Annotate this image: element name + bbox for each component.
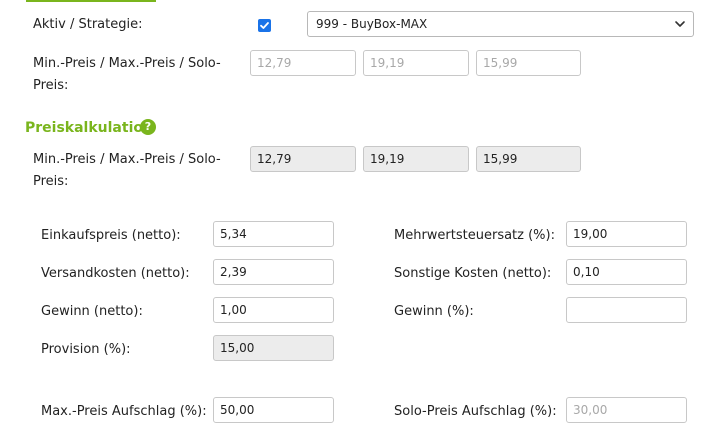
calc-min-price-field: 12,79 [250,146,356,172]
max-aufschlag-input[interactable]: 50,00 [213,397,334,423]
sonstige-kosten-label: Sonstige Kosten (netto): [394,266,552,281]
checkmark-icon [260,22,269,29]
solo-aufschlag-label: Solo-Preis Aufschlag (%): [394,404,557,419]
calc-price-label-line1: Min.-Preis / Max.-Preis / Solo- [33,152,221,167]
einkaufspreis-label: Einkaufspreis (netto): [41,228,181,243]
mwst-input[interactable]: 19,00 [566,221,687,247]
provision-label: Provision (%): [41,342,131,357]
solo-aufschlag-input[interactable]: 30,00 [566,397,687,423]
top-solo-price-input[interactable]: 15,99 [476,50,581,76]
chevron-down-icon [675,21,685,27]
versandkosten-label: Versandkosten (netto): [41,266,190,281]
top-min-price-input[interactable]: 12,79 [250,50,356,76]
top-price-label-line2: Preis: [33,78,69,93]
gewinn-netto-input[interactable]: 1,00 [213,297,334,323]
gewinn-pct-input[interactable] [566,297,687,323]
strategy-select-value: 999 - BuyBox-MAX [316,17,428,31]
top-edge-divider [26,0,156,2]
calc-max-price-field: 19,19 [363,146,469,172]
sonstige-kosten-input[interactable]: 0,10 [566,259,687,285]
section-title-preiskalkulation: Preiskalkulation [25,120,153,136]
strategy-active-checkbox[interactable] [258,19,271,32]
gewinn-netto-label: Gewinn (netto): [41,304,143,319]
calc-solo-price-field: 15,99 [476,146,581,172]
top-max-price-input[interactable]: 19,19 [363,50,469,76]
top-price-label: Min.-Preis / Max.-Preis / Solo- Preis: [33,53,221,97]
strategy-select[interactable]: 999 - BuyBox-MAX [307,11,694,37]
versandkosten-input[interactable]: 2,39 [213,259,334,285]
calc-price-label: Min.-Preis / Max.-Preis / Solo- Preis: [33,149,221,193]
strategy-label: Aktiv / Strategie: [33,17,143,32]
provision-field: 15,00 [213,335,334,361]
calc-price-label-line2: Preis: [33,174,69,189]
question-circle-icon[interactable]: ? [140,119,156,135]
top-price-label-line1: Min.-Preis / Max.-Preis / Solo- [33,56,221,71]
max-aufschlag-label: Max.-Preis Aufschlag (%): [41,404,207,419]
mwst-label: Mehrwertsteuersatz (%): [394,228,555,243]
einkaufspreis-input[interactable]: 5,34 [213,221,334,247]
gewinn-pct-label: Gewinn (%): [394,304,474,319]
